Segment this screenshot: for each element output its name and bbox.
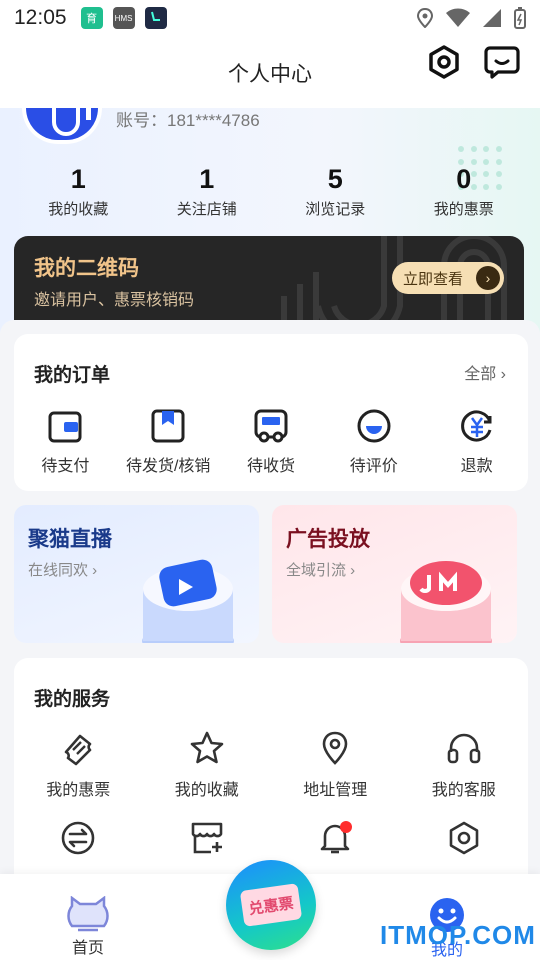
stat-value: 1: [70, 164, 86, 194]
location-pin-icon: [315, 728, 355, 768]
order-label: 待收货: [246, 458, 295, 475]
order-label: 退款: [460, 458, 493, 475]
live-stream-card[interactable]: 聚猫直播 在线同欢 ›: [14, 505, 259, 643]
service-label: 我的收藏: [174, 782, 239, 799]
order-pending-review[interactable]: 待评价: [322, 406, 425, 476]
stats-row: 1 我的收藏 1 关注店铺 5 浏览记录 0 我的惠票: [14, 162, 528, 219]
message-icon: [484, 46, 520, 79]
arrow-right-icon: ›: [476, 266, 500, 290]
settings-icon: [444, 818, 484, 858]
qr-card-subtitle: 邀请用户、惠票核销码: [34, 292, 195, 309]
order-pending-payment[interactable]: 待支付: [14, 406, 117, 476]
stat-value: 5: [327, 164, 343, 194]
stat-label: 我的惠票: [433, 201, 494, 218]
clock: 12:05: [14, 6, 67, 29]
service-my-tickets[interactable]: 我的惠票: [14, 728, 143, 800]
battery-icon: [514, 7, 526, 29]
ad-placement-title: 广告投放: [286, 528, 370, 551]
order-pending-shipment[interactable]: 待发货/核销: [117, 406, 220, 476]
order-pending-receipt[interactable]: 待收货: [220, 406, 323, 476]
exchange-icon: [58, 818, 98, 858]
orders-card: 我的订单 全部 › 待支付 待发货/核销 待收货 待评价 退款: [14, 334, 528, 491]
tv-icon: [142, 559, 234, 643]
order-label: 待评价: [349, 458, 398, 475]
view-now-button[interactable]: 立即查看 ›: [392, 262, 504, 294]
hexagon-settings-icon: [429, 45, 459, 79]
message-button[interactable]: [482, 42, 522, 82]
redeem-ticket-label: 兑惠票: [239, 883, 303, 927]
stat-tickets[interactable]: 0 我的惠票: [400, 162, 529, 219]
live-stream-subtitle: 在线同欢 ›: [28, 562, 98, 579]
stat-label: 关注店铺: [176, 201, 237, 218]
service-favorites[interactable]: 我的收藏: [143, 728, 272, 800]
stat-label: 我的收藏: [48, 201, 109, 218]
order-refund[interactable]: 退款: [425, 406, 528, 476]
app-icon: [144, 7, 167, 29]
top-bar: 个人中心: [0, 36, 540, 108]
service-exchange[interactable]: [14, 818, 143, 866]
truck-icon: [251, 406, 291, 446]
account-number: 账号：181****4786: [116, 111, 260, 130]
bell-icon: [315, 818, 355, 858]
service-address[interactable]: 地址管理: [271, 728, 400, 800]
services-title: 我的服务: [34, 689, 111, 710]
redeem-ticket-button[interactable]: 兑惠票: [226, 860, 316, 950]
service-label: 我的客服: [431, 782, 496, 799]
service-label: 我的惠票: [46, 782, 111, 799]
tab-home-label: 首页: [71, 940, 104, 957]
tab-home[interactable]: 首页: [66, 896, 110, 958]
stat-followed-shops[interactable]: 1 关注店铺: [143, 162, 272, 219]
bookmark-icon: [148, 406, 188, 446]
service-label: 地址管理: [303, 782, 368, 799]
stat-favorites[interactable]: 1 我的收藏: [14, 162, 143, 219]
store-add-icon: [187, 818, 227, 858]
ad-placement-card[interactable]: 广告投放 全域引流 ›: [272, 505, 517, 643]
yen-icon: [457, 406, 497, 446]
jm-logo-icon: [400, 561, 492, 643]
watermark: ITMOP.COM: [380, 920, 536, 950]
headset-icon: [444, 728, 484, 768]
status-bar: 12:05 育 HMS: [0, 0, 540, 36]
wifi-icon: [446, 8, 470, 27]
orders-all-label: 全部: [464, 366, 497, 383]
signal-icon: [483, 9, 501, 27]
service-store-apply[interactable]: [143, 818, 272, 866]
stat-history[interactable]: 5 浏览记录: [271, 162, 400, 219]
live-stream-title: 聚猫直播: [28, 528, 112, 551]
view-now-label: 立即查看: [403, 270, 464, 288]
hms-icon: HMS: [112, 7, 135, 29]
stat-label: 浏览记录: [305, 201, 366, 218]
comment-icon: [354, 406, 394, 446]
order-label: 待发货/核销: [125, 458, 211, 475]
services-card: 我的服务 我的惠票 我的收藏 地址管理 我的客服: [14, 658, 528, 888]
home-cat-icon: [67, 896, 109, 932]
orders-all-link[interactable]: 全部 ›: [464, 360, 506, 384]
orders-title: 我的订单: [34, 365, 111, 386]
stat-value: 1: [199, 164, 215, 194]
service-customer-support[interactable]: 我的客服: [400, 728, 529, 800]
qr-card-title: 我的二维码: [34, 257, 139, 280]
app-badge-icon: 育: [80, 7, 103, 29]
service-notifications[interactable]: [271, 818, 400, 866]
ticket-icon: [58, 728, 98, 768]
stat-value: 0: [456, 164, 472, 194]
service-settings[interactable]: [400, 818, 529, 866]
settings-button[interactable]: [424, 42, 464, 82]
ad-placement-subtitle: 全域引流 ›: [286, 562, 356, 579]
star-icon: [187, 728, 227, 768]
wallet-icon: [45, 406, 85, 446]
location-icon: [416, 8, 434, 28]
order-label: 待支付: [41, 458, 90, 475]
